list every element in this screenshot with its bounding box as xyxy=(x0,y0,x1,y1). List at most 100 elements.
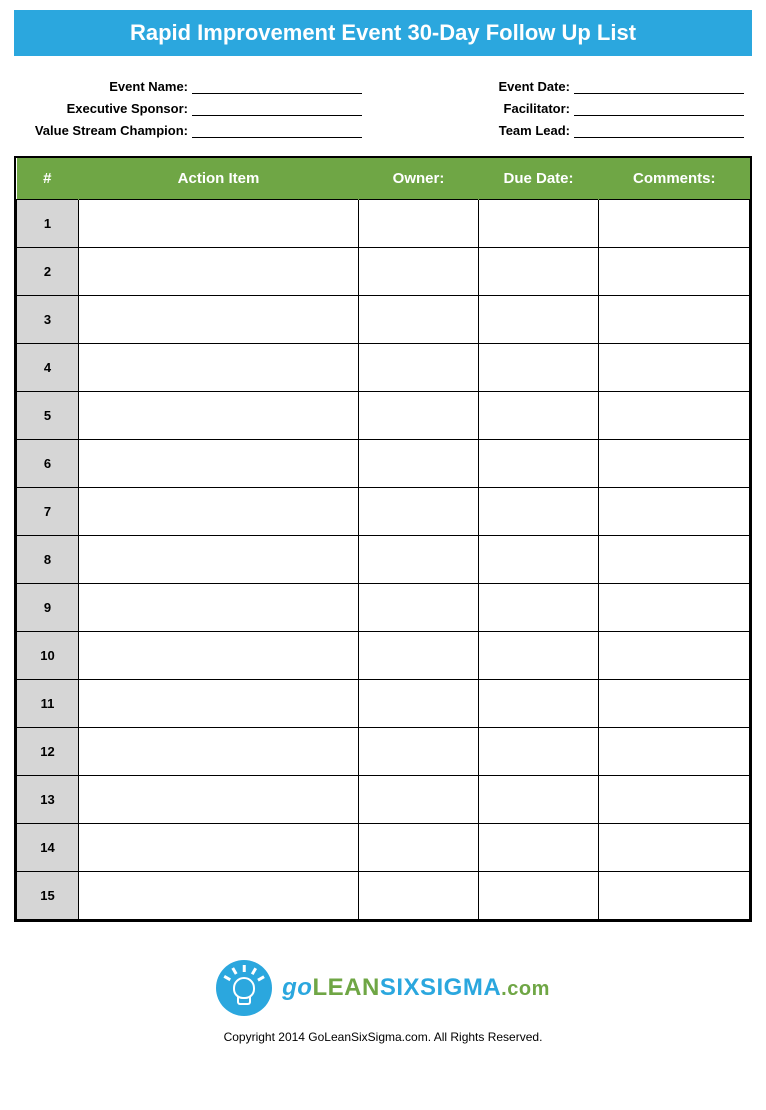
cell-number: 8 xyxy=(17,536,79,584)
label-vs-champion: Value Stream Champion: xyxy=(22,123,192,138)
cell-due-date[interactable] xyxy=(479,200,599,248)
cell-action-item[interactable] xyxy=(79,200,359,248)
cell-action-item[interactable] xyxy=(79,392,359,440)
cell-due-date[interactable] xyxy=(479,344,599,392)
input-event-name[interactable] xyxy=(192,78,362,94)
meta-row-exec-sponsor: Executive Sponsor: xyxy=(22,100,362,116)
cell-owner[interactable] xyxy=(359,440,479,488)
cell-owner[interactable] xyxy=(359,392,479,440)
cell-comments[interactable] xyxy=(599,440,750,488)
cell-number: 4 xyxy=(17,344,79,392)
cell-due-date[interactable] xyxy=(479,872,599,920)
cell-due-date[interactable] xyxy=(479,680,599,728)
cell-action-item[interactable] xyxy=(79,632,359,680)
cell-action-item[interactable] xyxy=(79,296,359,344)
cell-owner[interactable] xyxy=(359,872,479,920)
cell-number: 6 xyxy=(17,440,79,488)
cell-action-item[interactable] xyxy=(79,248,359,296)
cell-comments[interactable] xyxy=(599,488,750,536)
th-due-date: Due Date: xyxy=(479,158,599,200)
cell-comments[interactable] xyxy=(599,728,750,776)
cell-comments[interactable] xyxy=(599,248,750,296)
input-exec-sponsor[interactable] xyxy=(192,100,362,116)
table-header-row: # Action Item Owner: Due Date: Comments: xyxy=(17,158,750,200)
cell-comments[interactable] xyxy=(599,392,750,440)
cell-due-date[interactable] xyxy=(479,536,599,584)
th-number: # xyxy=(17,158,79,200)
cell-action-item[interactable] xyxy=(79,872,359,920)
table-row: 15 xyxy=(17,872,750,920)
copyright: Copyright 2014 GoLeanSixSigma.com. All R… xyxy=(14,1030,752,1044)
cell-comments[interactable] xyxy=(599,872,750,920)
cell-due-date[interactable] xyxy=(479,584,599,632)
cell-number: 14 xyxy=(17,824,79,872)
cell-due-date[interactable] xyxy=(479,296,599,344)
cell-owner[interactable] xyxy=(359,824,479,872)
page-title: Rapid Improvement Event 30-Day Follow Up… xyxy=(14,10,752,56)
cell-comments[interactable] xyxy=(599,824,750,872)
table-row: 14 xyxy=(17,824,750,872)
cell-comments[interactable] xyxy=(599,536,750,584)
logo-go: go xyxy=(282,974,312,1001)
input-team-lead[interactable] xyxy=(574,122,744,138)
cell-owner[interactable] xyxy=(359,728,479,776)
cell-owner[interactable] xyxy=(359,248,479,296)
cell-comments[interactable] xyxy=(599,632,750,680)
cell-due-date[interactable] xyxy=(479,776,599,824)
label-event-name: Event Name: xyxy=(22,79,192,94)
cell-due-date[interactable] xyxy=(479,392,599,440)
cell-due-date[interactable] xyxy=(479,632,599,680)
cell-comments[interactable] xyxy=(599,776,750,824)
cell-comments[interactable] xyxy=(599,680,750,728)
cell-owner[interactable] xyxy=(359,584,479,632)
cell-due-date[interactable] xyxy=(479,728,599,776)
logo: goLEANSIXSIGMA.com xyxy=(216,960,550,1016)
cell-action-item[interactable] xyxy=(79,776,359,824)
cell-owner[interactable] xyxy=(359,776,479,824)
cell-number: 9 xyxy=(17,584,79,632)
cell-comments[interactable] xyxy=(599,584,750,632)
th-owner: Owner: xyxy=(359,158,479,200)
cell-comments[interactable] xyxy=(599,200,750,248)
table-row: 7 xyxy=(17,488,750,536)
cell-action-item[interactable] xyxy=(79,440,359,488)
cell-number: 5 xyxy=(17,392,79,440)
input-vs-champion[interactable] xyxy=(192,122,362,138)
cell-owner[interactable] xyxy=(359,296,479,344)
meta-row-team-lead: Team Lead: xyxy=(464,122,744,138)
cell-comments[interactable] xyxy=(599,296,750,344)
table-row: 2 xyxy=(17,248,750,296)
cell-comments[interactable] xyxy=(599,344,750,392)
cell-owner[interactable] xyxy=(359,632,479,680)
cell-action-item[interactable] xyxy=(79,536,359,584)
lightbulb-icon xyxy=(216,960,272,1016)
meta-left-col: Event Name: Executive Sponsor: Value Str… xyxy=(22,78,362,138)
table-row: 11 xyxy=(17,680,750,728)
action-table: # Action Item Owner: Due Date: Comments:… xyxy=(16,158,750,920)
cell-action-item[interactable] xyxy=(79,680,359,728)
cell-owner[interactable] xyxy=(359,344,479,392)
cell-action-item[interactable] xyxy=(79,344,359,392)
cell-number: 1 xyxy=(17,200,79,248)
cell-owner[interactable] xyxy=(359,200,479,248)
logo-area: goLEANSIXSIGMA.com Copyright 2014 GoLean… xyxy=(14,960,752,1044)
table-row: 6 xyxy=(17,440,750,488)
cell-action-item[interactable] xyxy=(79,824,359,872)
cell-action-item[interactable] xyxy=(79,728,359,776)
cell-number: 12 xyxy=(17,728,79,776)
cell-action-item[interactable] xyxy=(79,584,359,632)
cell-owner[interactable] xyxy=(359,488,479,536)
cell-due-date[interactable] xyxy=(479,488,599,536)
cell-owner[interactable] xyxy=(359,536,479,584)
input-facilitator[interactable] xyxy=(574,100,744,116)
cell-due-date[interactable] xyxy=(479,824,599,872)
table-row: 8 xyxy=(17,536,750,584)
table-row: 3 xyxy=(17,296,750,344)
cell-action-item[interactable] xyxy=(79,488,359,536)
cell-owner[interactable] xyxy=(359,680,479,728)
cell-due-date[interactable] xyxy=(479,248,599,296)
meta-row-event-date: Event Date: xyxy=(464,78,744,94)
cell-due-date[interactable] xyxy=(479,440,599,488)
meta-row-facilitator: Facilitator: xyxy=(464,100,744,116)
input-event-date[interactable] xyxy=(574,78,744,94)
